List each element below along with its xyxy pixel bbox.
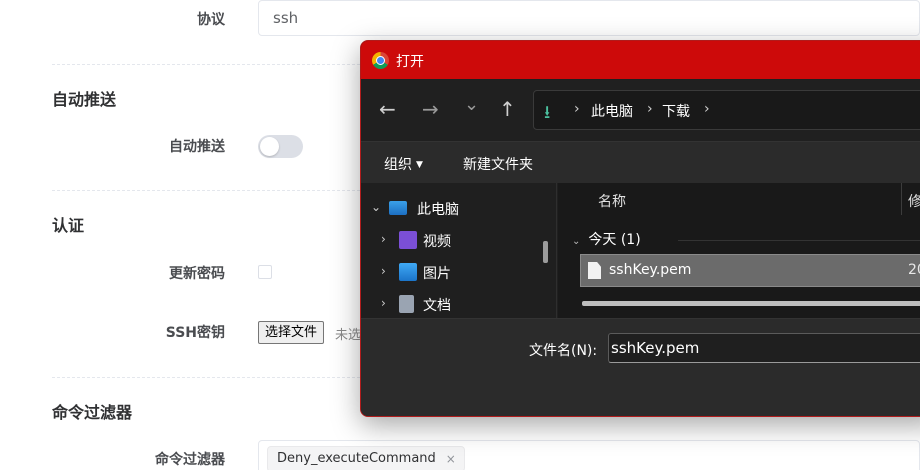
forward-arrow-icon[interactable]: → bbox=[422, 99, 439, 119]
download-icon: ⭳ bbox=[544, 102, 551, 123]
auto-push-label: 自动推送 bbox=[169, 139, 225, 155]
chevron-right-icon[interactable]: › bbox=[381, 264, 386, 278]
tree-item-label: 文档 bbox=[423, 298, 451, 314]
choose-file-button[interactable]: 选择文件 bbox=[258, 321, 325, 344]
filename-label: 文件名(N): bbox=[529, 343, 598, 359]
chrome-icon bbox=[372, 52, 389, 69]
breadcrumb-separator: › bbox=[574, 101, 580, 117]
chevron-down-icon[interactable]: ⌄ bbox=[371, 200, 381, 214]
dialog-titlebar: 打开 bbox=[361, 41, 920, 79]
file-list-pane: 名称 修 ⌄ 今天 (1) sshKey.pem 20 bbox=[558, 183, 920, 318]
group-divider bbox=[678, 240, 920, 241]
file-name: sshKey.pem bbox=[609, 262, 692, 278]
pictures-folder-icon bbox=[399, 263, 417, 281]
group-label: 今天 (1) bbox=[588, 232, 641, 248]
breadcrumb-separator: › bbox=[647, 101, 653, 117]
auto-push-toggle[interactable] bbox=[258, 135, 303, 158]
chevron-down-icon: ⌄ bbox=[572, 236, 581, 247]
dialog-title: 打开 bbox=[396, 54, 424, 70]
tree-item-label: 图片 bbox=[423, 266, 451, 282]
column-separator[interactable] bbox=[901, 183, 902, 215]
command-filter-select[interactable]: Deny_executeCommand × bbox=[258, 440, 920, 470]
up-arrow-icon[interactable]: ↑ bbox=[499, 99, 516, 119]
filter-tag-label: Deny_executeCommand bbox=[277, 451, 436, 466]
column-header-modified[interactable]: 修 bbox=[908, 191, 920, 211]
breadcrumb-this-pc[interactable]: 此电脑 bbox=[591, 101, 633, 121]
filename-input[interactable]: sshKey.pem bbox=[608, 333, 920, 363]
ssh-key-label: SSH密钥 bbox=[165, 325, 225, 341]
computer-icon bbox=[389, 201, 407, 215]
video-folder-icon bbox=[399, 231, 417, 249]
horizontal-scrollbar[interactable] bbox=[582, 301, 920, 306]
file-date: 20 bbox=[908, 262, 920, 278]
file-icon bbox=[588, 262, 601, 279]
command-filter-label: 命令过滤器 bbox=[155, 452, 225, 468]
recent-locations-chevron-icon[interactable]: ⌄ bbox=[464, 95, 479, 115]
breadcrumb-downloads[interactable]: 下载 bbox=[662, 101, 690, 121]
dropdown-caret-icon: ▼ bbox=[416, 160, 423, 170]
tree-item-label: 此电脑 bbox=[417, 202, 459, 218]
auth-section-title: 认证 bbox=[52, 216, 85, 235]
chevron-right-icon[interactable]: › bbox=[381, 296, 386, 310]
dialog-navbar: ← → ⌄ ↑ ⭳ › 此电脑 › 下载 › bbox=[361, 79, 920, 141]
organize-menu[interactable]: 组织 ▼ bbox=[384, 154, 423, 174]
new-folder-button[interactable]: 新建文件夹 bbox=[463, 154, 533, 174]
no-file-hint: 未选 bbox=[335, 328, 362, 343]
documents-folder-icon bbox=[399, 295, 414, 313]
protocol-label: 协议 bbox=[197, 12, 225, 28]
tree-item-label: 视频 bbox=[423, 234, 451, 250]
file-open-dialog: 打开 ← → ⌄ ↑ ⭳ › 此电脑 › 下载 › 组织 ▼ 新建文件夹 ⌄ 此电… bbox=[360, 40, 920, 417]
auto-push-section-title: 自动推送 bbox=[52, 90, 117, 109]
address-bar[interactable]: ⭳ › 此电脑 › 下载 › bbox=[533, 90, 920, 130]
toggle-knob bbox=[260, 137, 279, 156]
back-arrow-icon[interactable]: ← bbox=[379, 99, 396, 119]
dialog-footer: 文件名(N): sshKey.pem bbox=[361, 318, 920, 416]
update-password-label: 更新密码 bbox=[169, 266, 225, 282]
chevron-right-icon[interactable]: › bbox=[381, 232, 386, 246]
organize-label: 组织 bbox=[384, 157, 412, 173]
navigation-pane: ⌄ 此电脑 › 视频 › 图片 › 文档 bbox=[361, 183, 557, 318]
group-header-today[interactable]: ⌄ 今天 (1) bbox=[572, 229, 641, 249]
protocol-value: ssh bbox=[273, 9, 299, 27]
tag-close-icon[interactable]: × bbox=[446, 447, 456, 470]
file-row-sshkey[interactable]: sshKey.pem 20 bbox=[580, 254, 920, 287]
filter-tag: Deny_executeCommand × bbox=[267, 446, 465, 470]
command-bar: 组织 ▼ 新建文件夹 bbox=[361, 141, 920, 183]
nav-pane-scrollbar[interactable] bbox=[543, 241, 548, 263]
command-filter-section-title: 命令过滤器 bbox=[52, 403, 133, 422]
protocol-input[interactable]: ssh bbox=[258, 0, 920, 36]
column-header-name[interactable]: 名称 bbox=[598, 191, 626, 211]
update-password-checkbox[interactable] bbox=[258, 265, 272, 279]
breadcrumb-separator: › bbox=[704, 101, 710, 117]
